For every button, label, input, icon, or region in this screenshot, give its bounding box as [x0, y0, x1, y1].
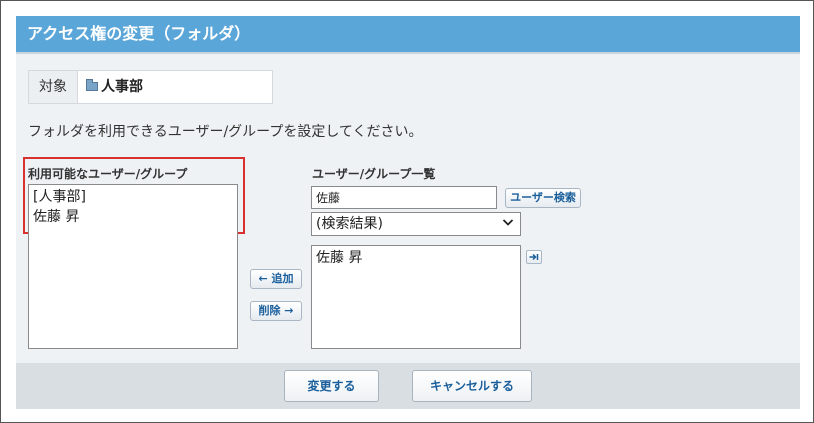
title-divider	[16, 52, 800, 54]
page-title: アクセス権の変更（フォルダ）	[16, 16, 800, 52]
footer-bar: 変更する キャンセルする	[16, 363, 800, 409]
cancel-button[interactable]: キャンセルする	[412, 370, 532, 402]
target-box: 対象 人事部	[28, 70, 273, 104]
arrow-right-bar-icon	[529, 253, 539, 261]
access-settings-panel: アクセス権の変更（フォルダ） 対象 人事部 フォルダを利用できるユーザー/グルー…	[16, 16, 800, 409]
available-list-label: 利用可能なユーザー/グループ	[28, 167, 188, 181]
group-select[interactable]: (検索結果)	[311, 212, 521, 236]
remove-button[interactable]: 削除 →	[250, 301, 302, 321]
available-list[interactable]: [人事部] 佐藤 昇	[28, 184, 238, 349]
user-result-list[interactable]: 佐藤 昇	[311, 245, 521, 349]
add-button[interactable]: ← 追加	[250, 269, 302, 289]
folder-icon	[86, 78, 98, 91]
list-item[interactable]: [人事部]	[33, 187, 233, 207]
user-search-button[interactable]: ユーザー検索	[505, 188, 581, 208]
list-item[interactable]: 佐藤 昇	[316, 248, 516, 268]
window-frame: アクセス権の変更（フォルダ） 対象 人事部 フォルダを利用できるユーザー/グルー…	[0, 0, 814, 423]
submit-button[interactable]: 変更する	[284, 370, 379, 402]
list-item[interactable]: 佐藤 昇	[33, 207, 233, 227]
instruction-text: フォルダを利用できるユーザー/グループを設定してください。	[28, 124, 423, 140]
target-name: 人事部	[101, 79, 143, 95]
chevron-down-icon	[502, 219, 514, 226]
target-value: 人事部	[86, 71, 143, 103]
user-list-label: ユーザー/グループ一覧	[312, 167, 436, 181]
group-select-value: (検索結果)	[316, 216, 383, 232]
user-search-input[interactable]	[311, 186, 497, 209]
target-label: 対象	[29, 71, 78, 103]
expand-list-button[interactable]	[526, 250, 542, 264]
